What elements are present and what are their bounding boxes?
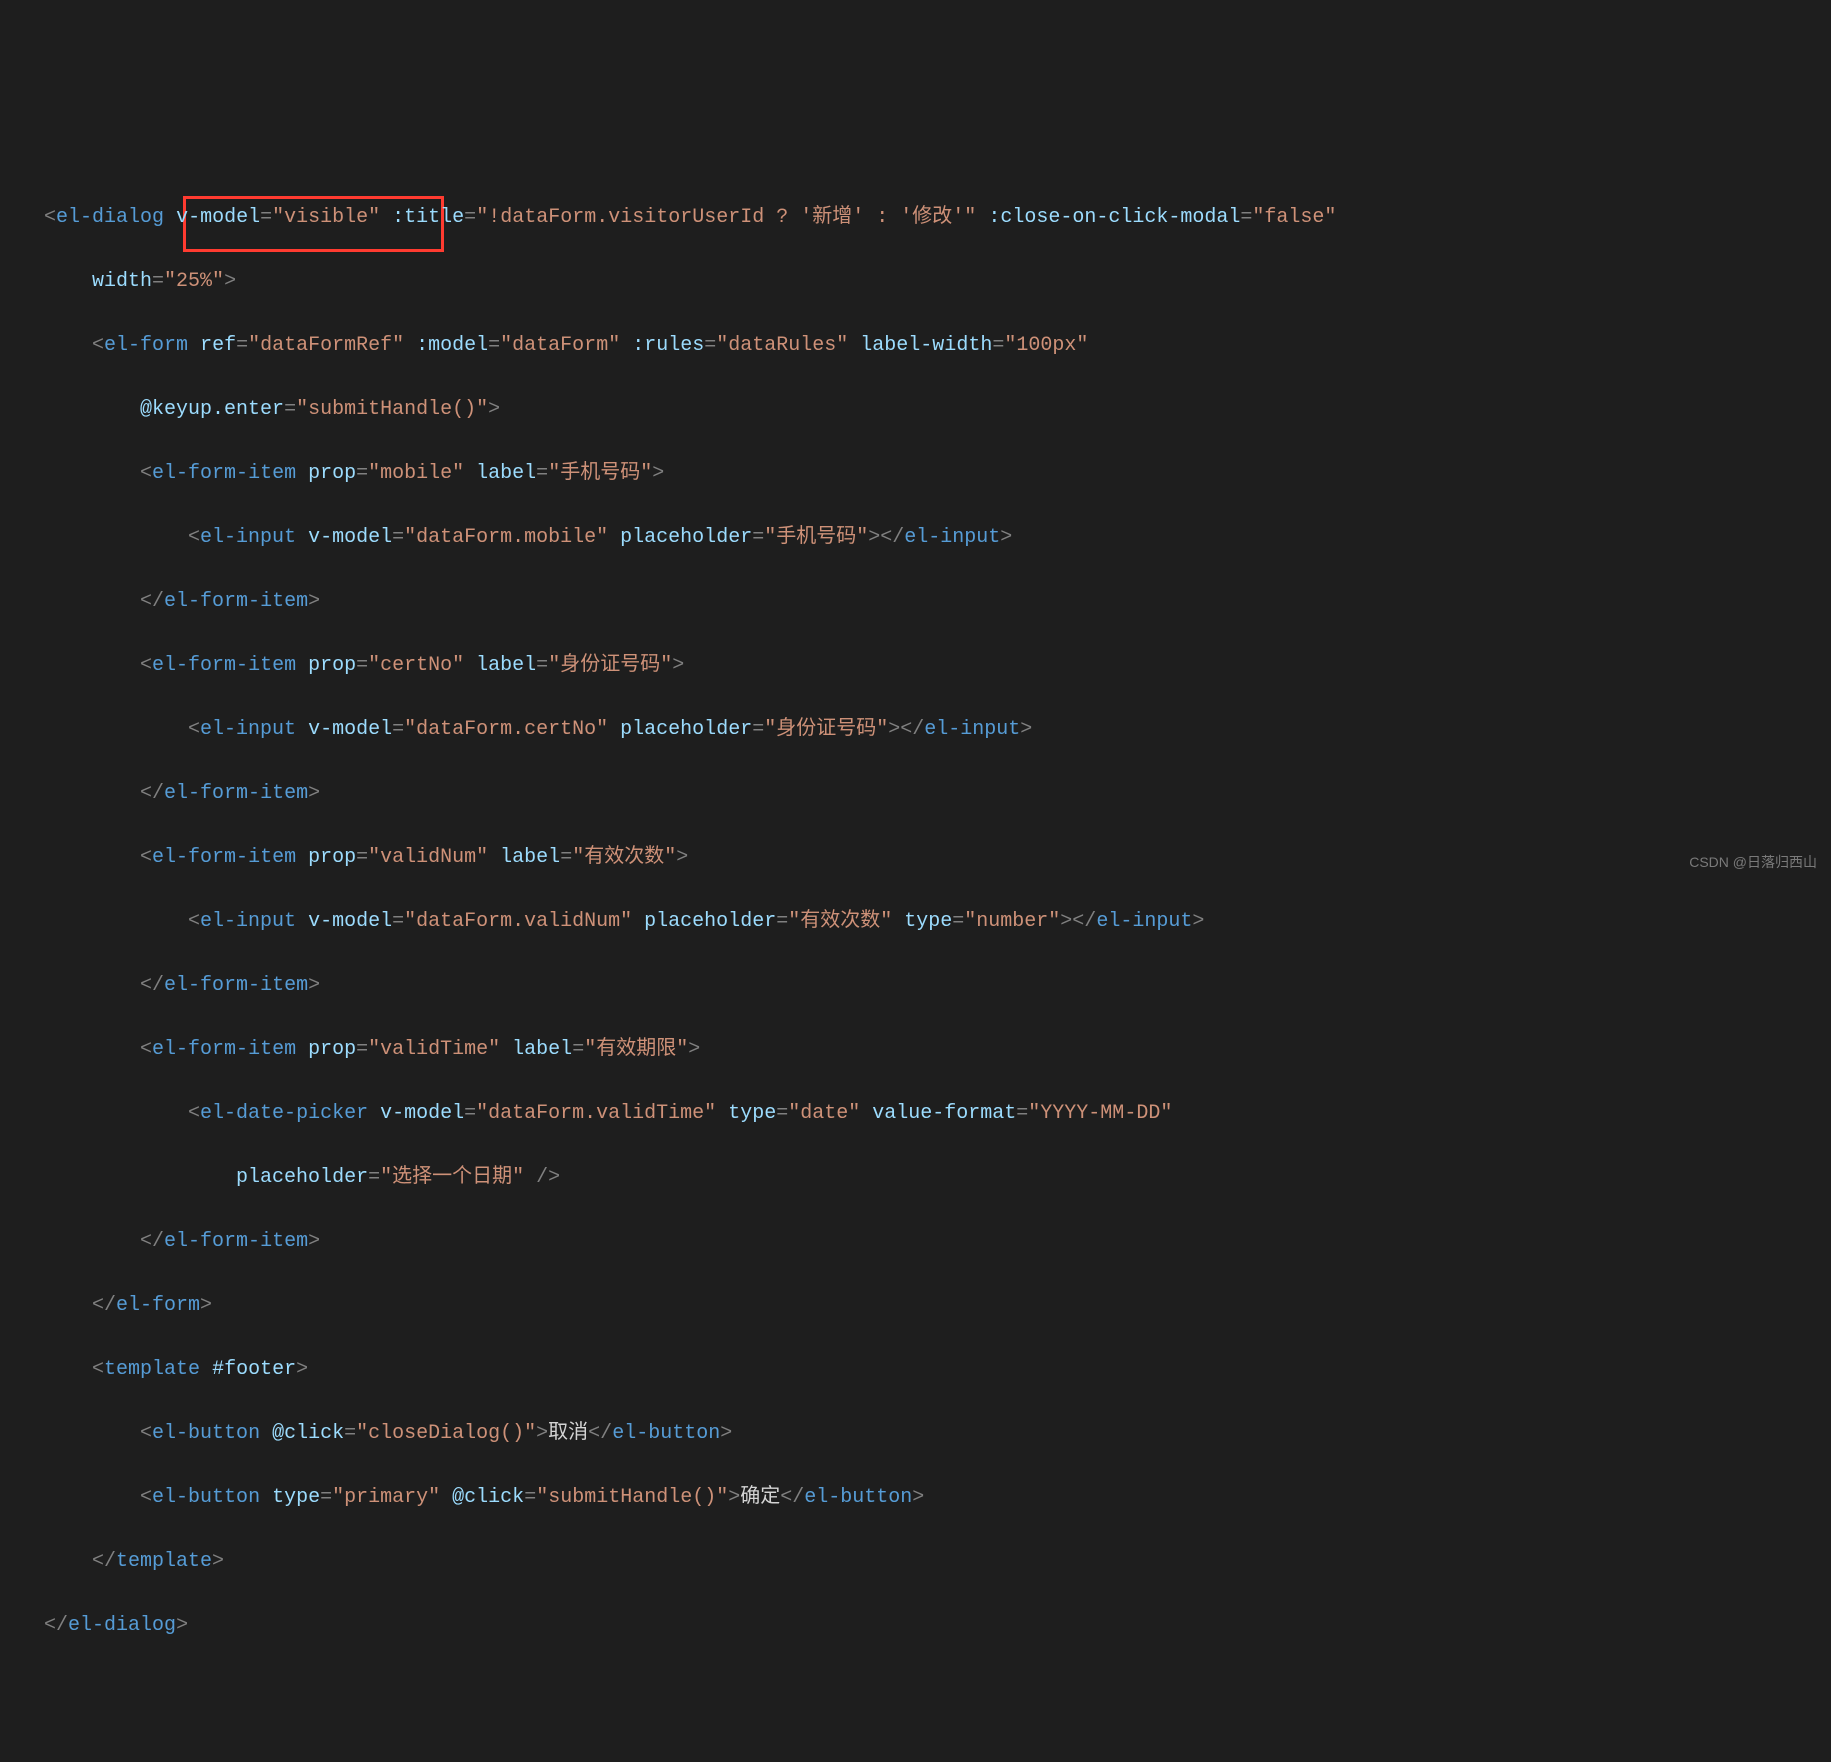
code-line: width="25%"> — [20, 266, 1831, 298]
code-line: <el-form-item prop="validNum" label="有效次… — [20, 842, 1831, 874]
code-line: </el-form-item> — [20, 970, 1831, 1002]
code-line: <template #footer> — [20, 1354, 1831, 1386]
code-line: </el-form-item> — [20, 778, 1831, 810]
code-line: <el-input v-model="dataForm.mobile" plac… — [20, 522, 1831, 554]
code-line: </template> — [20, 1546, 1831, 1578]
code-line: @keyup.enter="submitHandle()"> — [20, 394, 1831, 426]
code-line: <el-form-item prop="certNo" label="身份证号码… — [20, 650, 1831, 682]
code-line: <el-dialog v-model="visible" :title="!da… — [20, 202, 1831, 234]
code-line: <el-form ref="dataFormRef" :model="dataF… — [20, 330, 1831, 362]
code-line: <el-form-item prop="validTime" label="有效… — [20, 1034, 1831, 1066]
code-line: <el-button type="primary" @click="submit… — [20, 1482, 1831, 1514]
code-editor[interactable]: <el-dialog v-model="visible" :title="!da… — [0, 128, 1831, 1684]
code-line: placeholder="选择一个日期" /> — [20, 1162, 1831, 1194]
code-line: <el-form-item prop="mobile" label="手机号码"… — [20, 458, 1831, 490]
code-line: </el-form> — [20, 1290, 1831, 1322]
code-line: </el-form-item> — [20, 1226, 1831, 1258]
code-line: <el-input v-model="dataForm.certNo" plac… — [20, 714, 1831, 746]
code-line: </el-dialog> — [20, 1610, 1831, 1642]
code-line: <el-button @click="closeDialog()">取消</el… — [20, 1418, 1831, 1450]
code-line: </el-form-item> — [20, 586, 1831, 618]
watermark-text: CSDN @日落归西山 — [1689, 851, 1817, 873]
code-line: <el-input v-model="dataForm.validNum" pl… — [20, 906, 1831, 938]
code-line: <el-date-picker v-model="dataForm.validT… — [20, 1098, 1831, 1130]
